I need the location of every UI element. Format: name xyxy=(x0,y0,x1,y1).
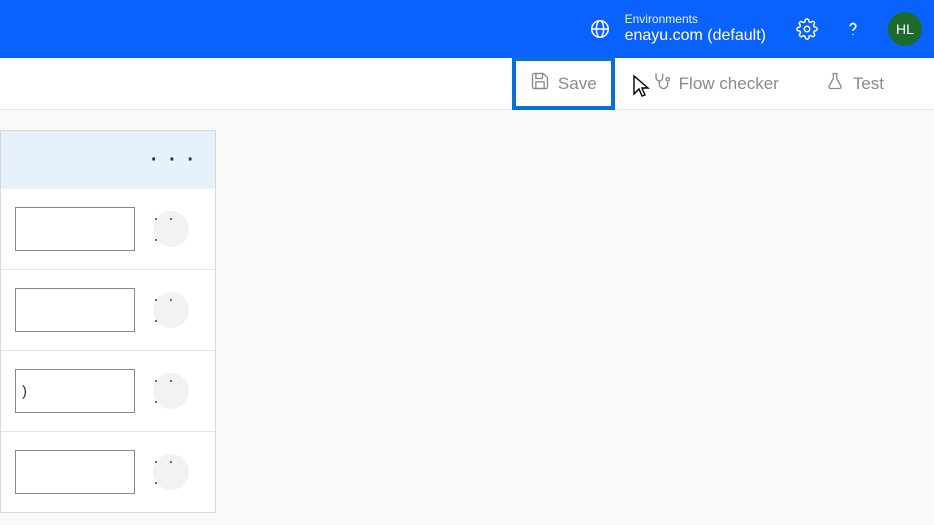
row-more-icon[interactable]: · · · xyxy=(153,211,189,247)
environment-selector[interactable]: Environments enayu.com (default) xyxy=(589,13,766,45)
card-row: · · · xyxy=(1,432,215,512)
card-more-icon[interactable]: · · · xyxy=(151,149,197,172)
field-input[interactable]: ) xyxy=(15,369,135,413)
environment-value: enayu.com (default) xyxy=(625,27,766,45)
save-icon xyxy=(530,71,550,96)
row-more-icon[interactable]: · · · xyxy=(153,373,189,409)
field-input[interactable] xyxy=(15,288,135,332)
flow-checker-button[interactable]: Flow checker xyxy=(641,65,789,102)
card-row: · · · xyxy=(1,270,215,351)
field-input[interactable] xyxy=(15,450,135,494)
stethoscope-icon xyxy=(651,71,671,96)
test-button[interactable]: Test xyxy=(815,65,894,102)
top-header: Environments enayu.com (default) HL xyxy=(0,0,934,58)
action-card: · · · · · · · · · ) · · · · · · xyxy=(0,130,216,513)
gear-icon[interactable] xyxy=(796,18,818,40)
save-button[interactable]: Save xyxy=(512,57,615,110)
card-row: · · · xyxy=(1,189,215,270)
action-toolbar: Save Flow checker Test xyxy=(0,58,934,110)
save-label: Save xyxy=(558,74,597,94)
flow-canvas: · · · · · · · · · ) · · · · · · xyxy=(0,110,934,525)
globe-icon xyxy=(589,18,611,40)
avatar[interactable]: HL xyxy=(888,12,922,46)
environment-label: Environments xyxy=(625,13,766,27)
test-label: Test xyxy=(853,74,884,94)
row-more-icon[interactable]: · · · xyxy=(153,454,189,490)
flow-checker-label: Flow checker xyxy=(679,74,779,94)
card-header[interactable]: · · · xyxy=(1,131,215,189)
flask-icon xyxy=(825,71,845,96)
help-icon[interactable] xyxy=(842,18,864,40)
row-more-icon[interactable]: · · · xyxy=(153,292,189,328)
field-input[interactable] xyxy=(15,207,135,251)
card-row: ) · · · xyxy=(1,351,215,432)
